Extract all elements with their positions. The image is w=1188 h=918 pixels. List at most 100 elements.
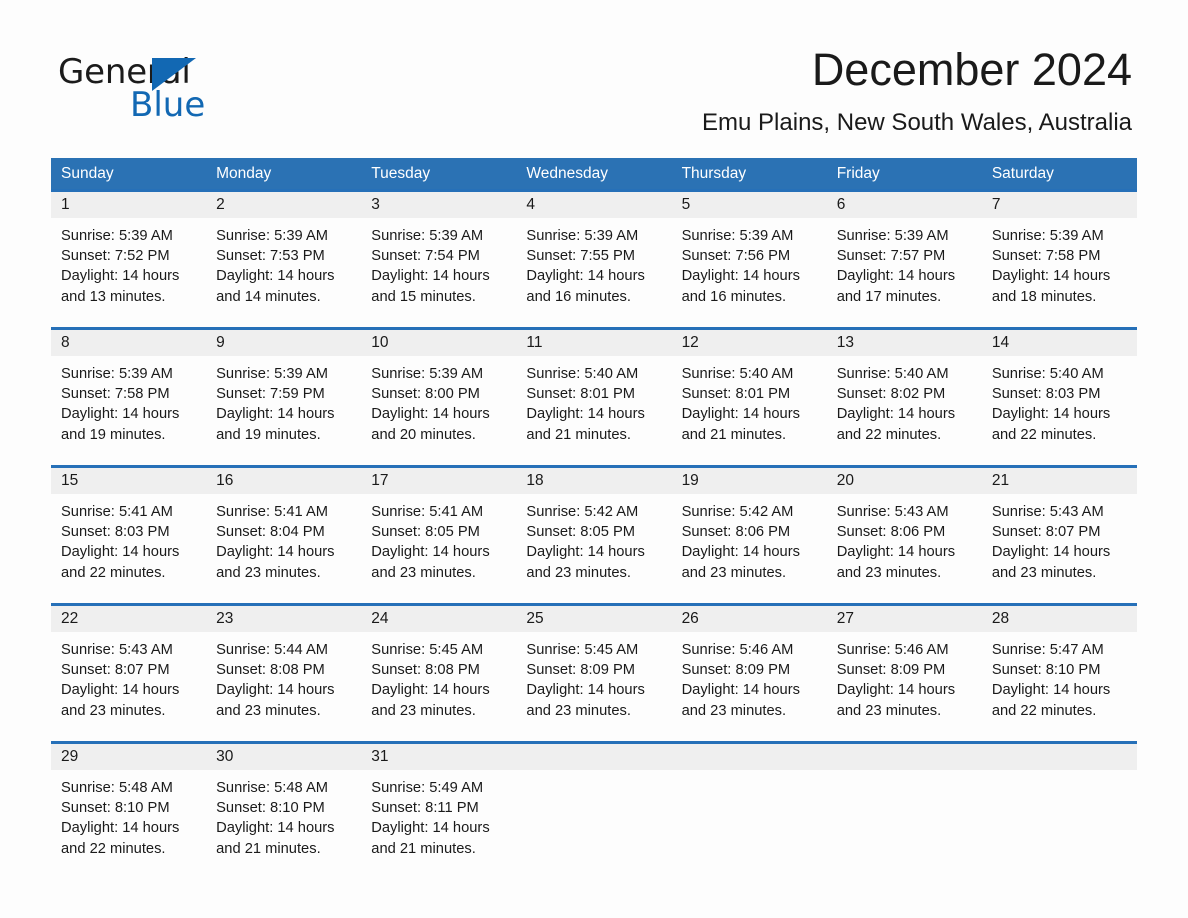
day-number[interactable]: 20: [827, 468, 982, 494]
day-number[interactable]: 3: [361, 192, 516, 218]
day-number[interactable]: 28: [982, 606, 1137, 632]
day-number[interactable]: 17: [361, 468, 516, 494]
day-cell[interactable]: Sunrise: 5:45 AM Sunset: 8:09 PM Dayligh…: [516, 632, 671, 741]
page-header: General Blue December 2024 Emu Plains, N…: [0, 0, 1188, 136]
day-number[interactable]: 31: [361, 744, 516, 770]
day-number[interactable]: 13: [827, 330, 982, 356]
daylight-text: Daylight: 14 hours and 23 minutes.: [216, 682, 335, 719]
day-number[interactable]: 24: [361, 606, 516, 632]
day-number[interactable]: 2: [206, 192, 361, 218]
day-number[interactable]: 30: [206, 744, 361, 770]
week-date-band: 29 30 31: [51, 744, 1137, 770]
day-cell[interactable]: Sunrise: 5:40 AM Sunset: 8:01 PM Dayligh…: [516, 356, 671, 465]
day-number[interactable]: 29: [51, 744, 206, 770]
sunset-text: Sunset: 8:10 PM: [216, 800, 325, 817]
day-number[interactable]: 27: [827, 606, 982, 632]
week-detail-band: Sunrise: 5:39 AM Sunset: 7:52 PM Dayligh…: [51, 218, 1137, 327]
day-cell-empty: [827, 770, 982, 879]
sunrise-text: Sunrise: 5:39 AM: [61, 228, 173, 244]
day-cell[interactable]: Sunrise: 5:46 AM Sunset: 8:09 PM Dayligh…: [827, 632, 982, 741]
sunrise-text: Sunrise: 5:46 AM: [681, 642, 794, 658]
day-number[interactable]: 14: [982, 330, 1137, 356]
week-date-band: 8 9 10 11 12 13 14: [51, 330, 1137, 356]
day-cell[interactable]: Sunrise: 5:40 AM Sunset: 8:03 PM Dayligh…: [982, 356, 1137, 465]
day-number[interactable]: 23: [206, 606, 361, 632]
day-cell[interactable]: Sunrise: 5:48 AM Sunset: 8:10 PM Dayligh…: [51, 770, 206, 879]
day-number[interactable]: 5: [672, 192, 827, 218]
day-number[interactable]: 19: [672, 468, 827, 494]
daylight-text: Daylight: 14 hours and 23 minutes.: [681, 544, 800, 581]
day-number[interactable]: 11: [516, 330, 671, 356]
sunrise-text: Sunrise: 5:45 AM: [371, 642, 484, 658]
day-cell[interactable]: Sunrise: 5:46 AM Sunset: 8:09 PM Dayligh…: [672, 632, 827, 741]
day-cell[interactable]: Sunrise: 5:41 AM Sunset: 8:04 PM Dayligh…: [206, 494, 361, 603]
day-cell[interactable]: Sunrise: 5:39 AM Sunset: 7:58 PM Dayligh…: [51, 356, 206, 465]
day-cell[interactable]: Sunrise: 5:44 AM Sunset: 8:08 PM Dayligh…: [206, 632, 361, 741]
day-cell[interactable]: Sunrise: 5:42 AM Sunset: 8:05 PM Dayligh…: [516, 494, 671, 603]
day-cell[interactable]: Sunrise: 5:39 AM Sunset: 7:57 PM Dayligh…: [827, 218, 982, 327]
daylight-text: Daylight: 14 hours and 16 minutes.: [681, 268, 800, 305]
day-cell[interactable]: Sunrise: 5:39 AM Sunset: 7:58 PM Dayligh…: [982, 218, 1137, 327]
sunset-text: Sunset: 8:09 PM: [681, 662, 791, 679]
day-cell[interactable]: Sunrise: 5:40 AM Sunset: 8:02 PM Dayligh…: [827, 356, 982, 465]
calendar-week-row: 29 30 31 Sunrise: 5:48 AM Sunset: 8:10 P…: [51, 741, 1137, 879]
day-cell[interactable]: Sunrise: 5:39 AM Sunset: 7:52 PM Dayligh…: [51, 218, 206, 327]
sunrise-text: Sunrise: 5:44 AM: [216, 642, 328, 658]
day-number[interactable]: 9: [206, 330, 361, 356]
day-cell[interactable]: Sunrise: 5:39 AM Sunset: 7:55 PM Dayligh…: [516, 218, 671, 327]
daylight-text: Daylight: 14 hours and 23 minutes.: [216, 544, 335, 581]
day-number[interactable]: 16: [206, 468, 361, 494]
sunset-text: Sunset: 8:00 PM: [371, 386, 480, 403]
weekday-header-row: Sunday Monday Tuesday Wednesday Thursday…: [51, 158, 1137, 189]
day-number[interactable]: 18: [516, 468, 671, 494]
sunset-text: Sunset: 8:05 PM: [526, 524, 636, 541]
daylight-text: Daylight: 14 hours and 23 minutes.: [61, 682, 180, 719]
day-cell[interactable]: Sunrise: 5:47 AM Sunset: 8:10 PM Dayligh…: [982, 632, 1137, 741]
sunrise-text: Sunrise: 5:39 AM: [216, 228, 328, 244]
sunset-text: Sunset: 8:03 PM: [991, 386, 1101, 403]
day-cell[interactable]: Sunrise: 5:39 AM Sunset: 7:53 PM Dayligh…: [206, 218, 361, 327]
sunset-text: Sunset: 8:09 PM: [526, 662, 636, 679]
day-number[interactable]: 10: [361, 330, 516, 356]
day-cell[interactable]: Sunrise: 5:45 AM Sunset: 8:08 PM Dayligh…: [361, 632, 516, 741]
day-cell[interactable]: Sunrise: 5:39 AM Sunset: 7:59 PM Dayligh…: [206, 356, 361, 465]
day-number[interactable]: 8: [51, 330, 206, 356]
daylight-text: Daylight: 14 hours and 23 minutes.: [836, 682, 956, 719]
day-cell[interactable]: Sunrise: 5:39 AM Sunset: 8:00 PM Dayligh…: [361, 356, 516, 465]
day-cell[interactable]: Sunrise: 5:41 AM Sunset: 8:05 PM Dayligh…: [361, 494, 516, 603]
day-number[interactable]: 6: [827, 192, 982, 218]
sunset-text: Sunset: 7:52 PM: [61, 248, 170, 265]
day-number[interactable]: 12: [672, 330, 827, 356]
weekday-header-saturday: Saturday: [991, 165, 1054, 182]
day-cell[interactable]: Sunrise: 5:41 AM Sunset: 8:03 PM Dayligh…: [51, 494, 206, 603]
page-title: December 2024: [811, 44, 1132, 95]
daylight-text: Daylight: 14 hours and 23 minutes.: [526, 682, 645, 719]
day-number[interactable]: 4: [516, 192, 671, 218]
sunset-text: Sunset: 8:01 PM: [681, 386, 791, 403]
day-cell[interactable]: Sunrise: 5:40 AM Sunset: 8:01 PM Dayligh…: [672, 356, 827, 465]
day-number[interactable]: 21: [982, 468, 1137, 494]
day-number[interactable]: 7: [982, 192, 1137, 218]
sunrise-text: Sunrise: 5:48 AM: [61, 780, 173, 796]
day-cell[interactable]: Sunrise: 5:39 AM Sunset: 7:54 PM Dayligh…: [361, 218, 516, 327]
sunrise-text: Sunrise: 5:41 AM: [216, 504, 328, 520]
day-cell[interactable]: Sunrise: 5:43 AM Sunset: 8:07 PM Dayligh…: [982, 494, 1137, 603]
day-cell[interactable]: Sunrise: 5:39 AM Sunset: 7:56 PM Dayligh…: [672, 218, 827, 327]
daylight-text: Daylight: 14 hours and 17 minutes.: [836, 268, 956, 305]
sunrise-text: Sunrise: 5:42 AM: [681, 504, 794, 520]
day-number[interactable]: 25: [516, 606, 671, 632]
weekday-header-wednesday: Wednesday: [526, 165, 608, 182]
location-subtitle: Emu Plains, New South Wales, Australia: [702, 109, 1132, 136]
day-cell[interactable]: Sunrise: 5:49 AM Sunset: 8:11 PM Dayligh…: [361, 770, 516, 879]
daylight-text: Daylight: 14 hours and 18 minutes.: [991, 268, 1111, 305]
day-number[interactable]: 1: [51, 192, 206, 218]
day-number[interactable]: 26: [672, 606, 827, 632]
day-cell[interactable]: Sunrise: 5:43 AM Sunset: 8:07 PM Dayligh…: [51, 632, 206, 741]
sunset-text: Sunset: 8:06 PM: [836, 524, 946, 541]
day-number[interactable]: 15: [51, 468, 206, 494]
day-cell[interactable]: Sunrise: 5:42 AM Sunset: 8:06 PM Dayligh…: [672, 494, 827, 603]
day-cell[interactable]: Sunrise: 5:43 AM Sunset: 8:06 PM Dayligh…: [827, 494, 982, 603]
daylight-text: Daylight: 14 hours and 23 minutes.: [991, 544, 1111, 581]
day-number[interactable]: 22: [51, 606, 206, 632]
day-cell[interactable]: Sunrise: 5:48 AM Sunset: 8:10 PM Dayligh…: [206, 770, 361, 879]
